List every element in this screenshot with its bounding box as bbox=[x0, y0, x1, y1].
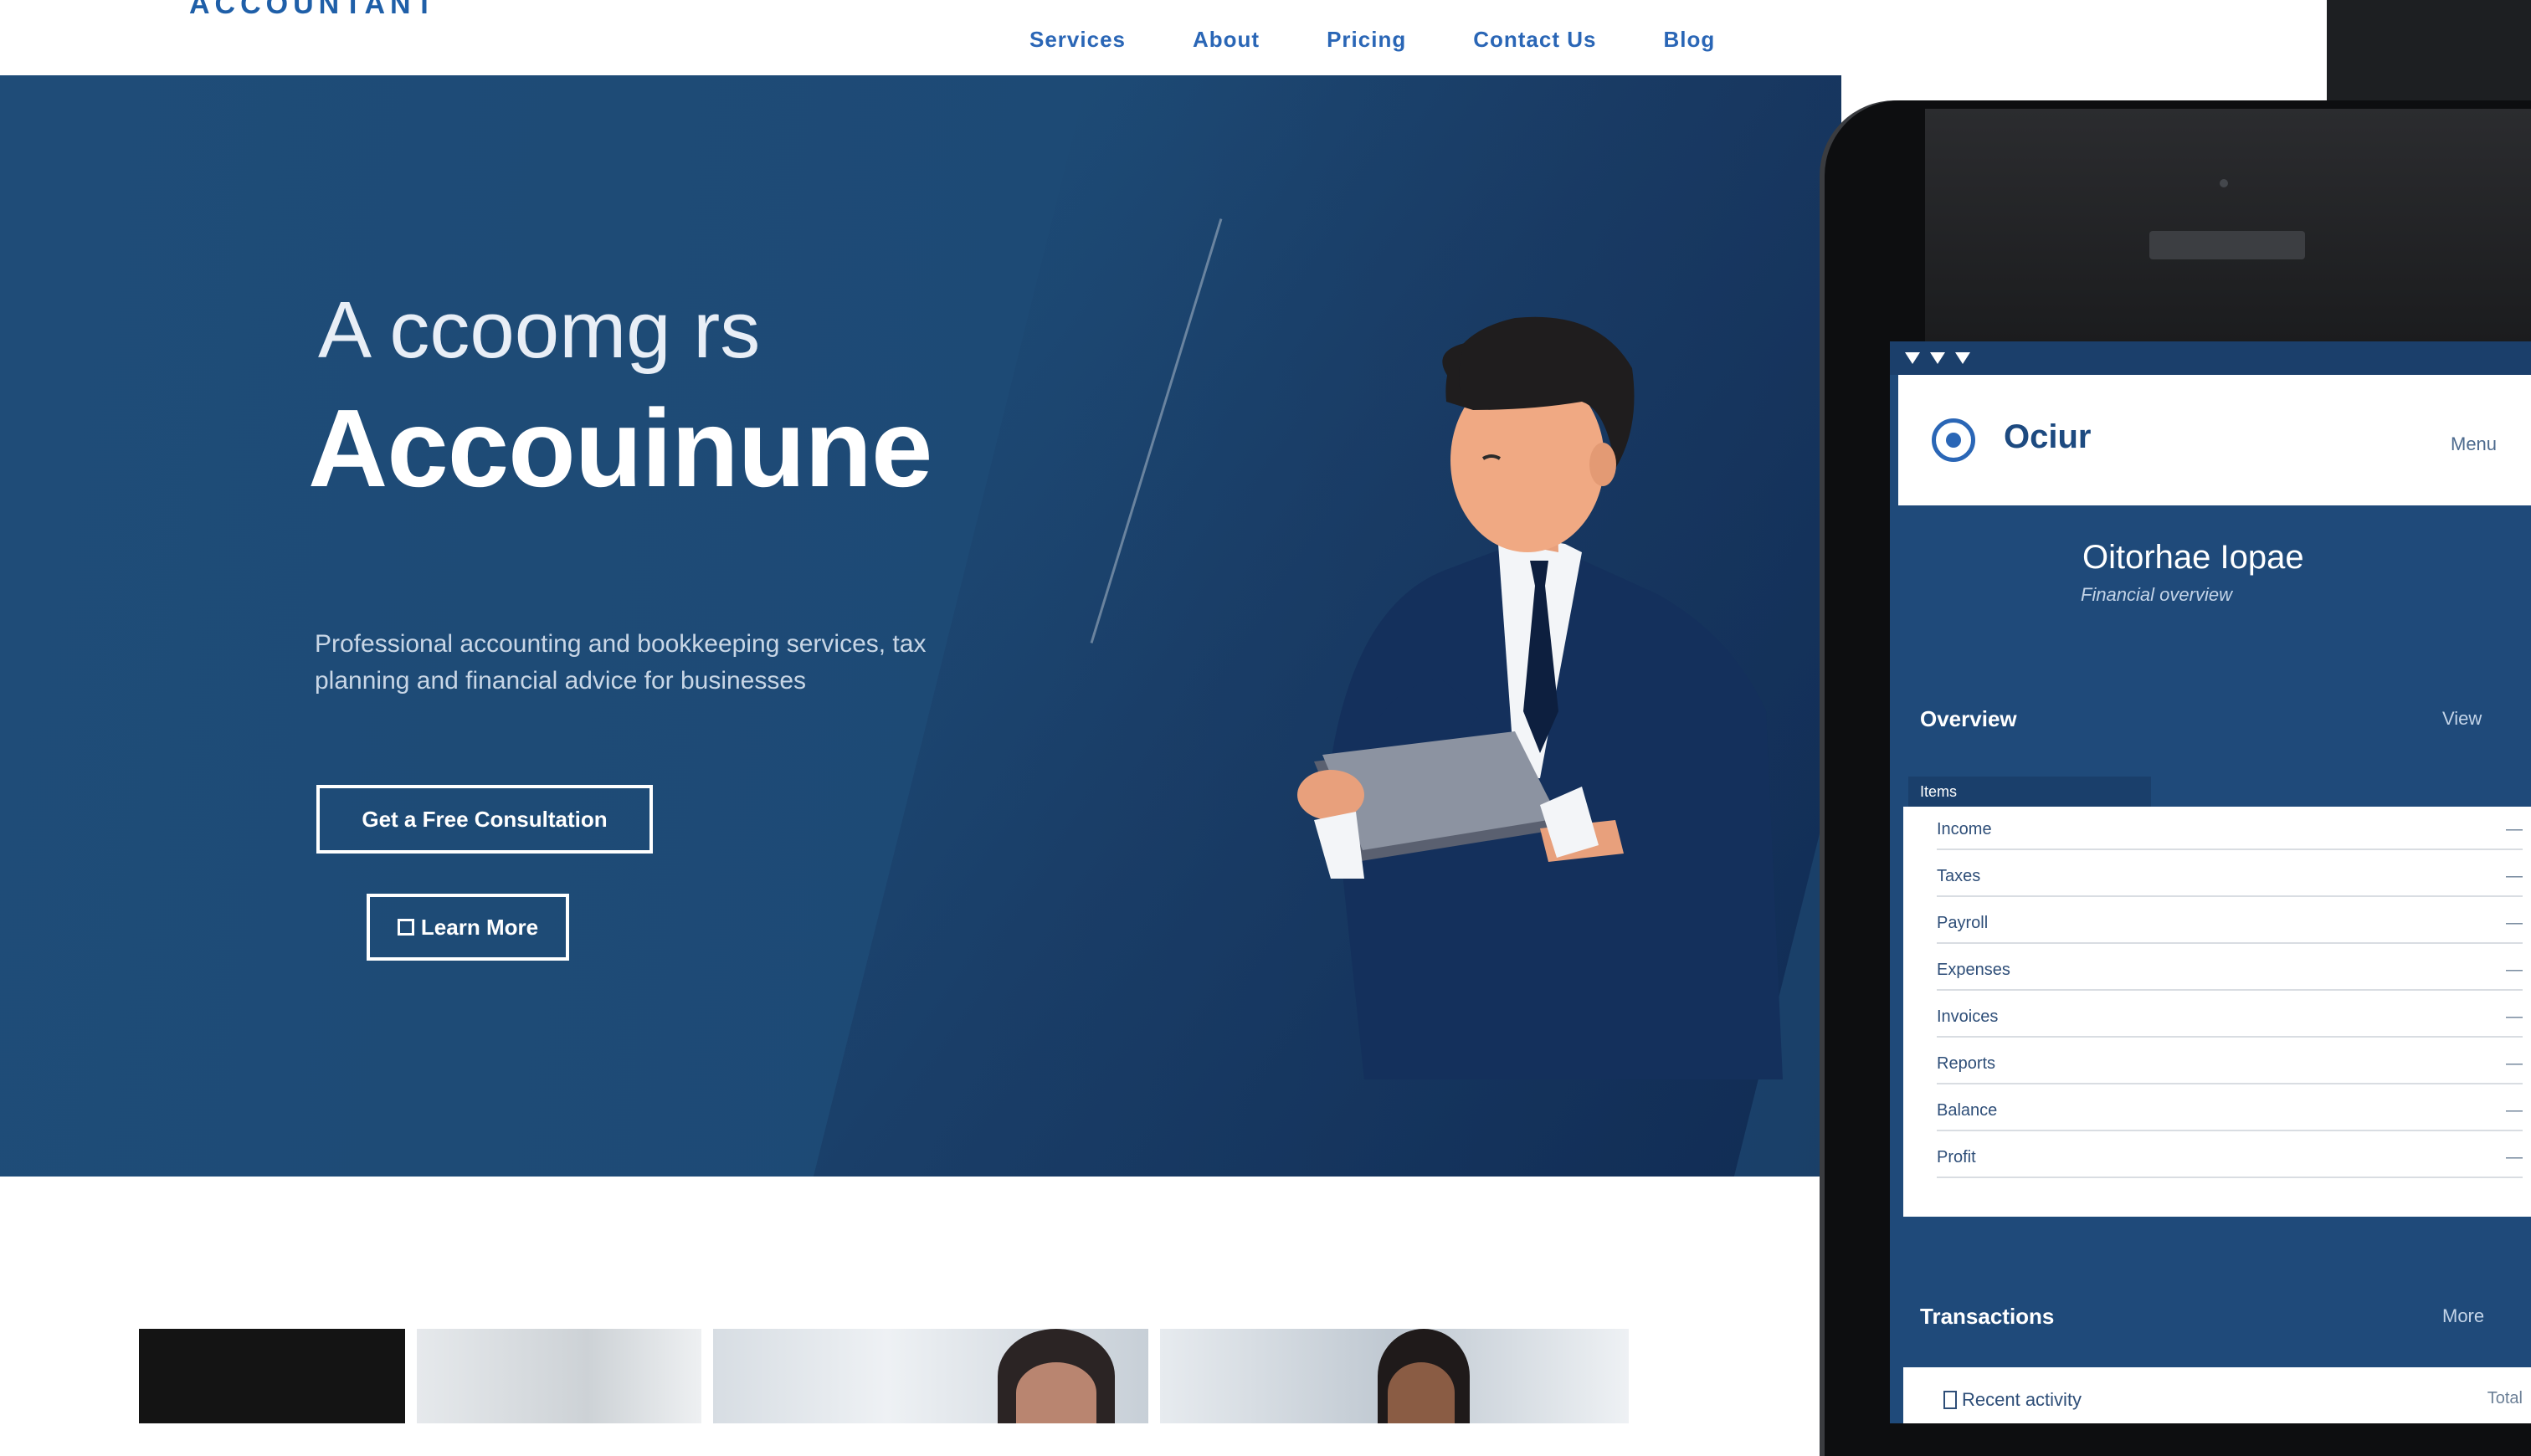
tab-items[interactable]: Items bbox=[1908, 777, 2151, 807]
table-row[interactable]: Reports — bbox=[1937, 1054, 2523, 1084]
hero-title: Accouinune bbox=[308, 387, 932, 510]
section-transactions-link[interactable]: More bbox=[2442, 1305, 2484, 1327]
primary-cta-button[interactable]: Get a Free Consultation bbox=[316, 785, 653, 854]
app-page-title: Oitorhae Iopae bbox=[2082, 539, 2304, 576]
app-menu-link[interactable]: Menu bbox=[2451, 433, 2497, 455]
speaker-grille bbox=[2149, 231, 2305, 259]
team-photo-strip bbox=[139, 1329, 1838, 1423]
app-name[interactable]: Ociur bbox=[2004, 418, 2091, 456]
background-monitor bbox=[1925, 109, 2531, 343]
network-icon bbox=[1955, 352, 1970, 364]
transaction-label: Recent activity bbox=[1962, 1389, 2082, 1410]
app-logo-icon[interactable] bbox=[1932, 418, 1975, 462]
main-nav: Services About Pricing Contact Us Blog bbox=[1029, 27, 1715, 53]
background-device-corner bbox=[2327, 0, 2531, 100]
top-navigation-bar: ACCOUNTANT Services About Pricing Contac… bbox=[0, 0, 2327, 75]
phone-screen: Ociur Menu Oitorhae Iopae Financial over… bbox=[1890, 341, 2531, 1423]
table-row[interactable]: Expenses — bbox=[1937, 961, 2523, 991]
nav-link-about[interactable]: About bbox=[1193, 27, 1260, 53]
section-transactions-label: Transactions bbox=[1920, 1304, 2055, 1329]
signal-icon bbox=[1905, 352, 1920, 364]
section-overview-link[interactable]: View bbox=[2442, 708, 2482, 730]
wifi-icon bbox=[1930, 352, 1945, 364]
app-header: Ociur Menu bbox=[1898, 375, 2531, 505]
phone-status-bar bbox=[1890, 341, 2531, 375]
table-row[interactable]: Payroll — bbox=[1937, 914, 2523, 944]
camera-icon bbox=[2220, 179, 2228, 187]
photo-team-member-2 bbox=[1160, 1329, 1629, 1423]
brand-logo[interactable]: ACCOUNTANT bbox=[189, 0, 438, 21]
table-row[interactable]: Balance — bbox=[1937, 1101, 2523, 1131]
nav-link-blog[interactable]: Blog bbox=[1663, 27, 1715, 53]
hero-section: A ccoomg rs Accouinune Professional acco… bbox=[0, 75, 1841, 1177]
photo-office-dark bbox=[139, 1329, 405, 1423]
table-row[interactable]: Invoices — bbox=[1937, 1007, 2523, 1038]
hero-description: Professional accounting and bookkeeping … bbox=[315, 630, 927, 695]
square-icon bbox=[397, 919, 414, 936]
table-row[interactable]: Income — bbox=[1937, 820, 2523, 850]
table-row[interactable]: Taxes — bbox=[1937, 867, 2523, 897]
hero-tagline: A ccoomg rs bbox=[318, 285, 761, 375]
businessman-illustration bbox=[1297, 316, 1783, 1079]
photo-team-member-1 bbox=[713, 1329, 1148, 1423]
person-face bbox=[1016, 1362, 1096, 1423]
nav-link-services[interactable]: Services bbox=[1029, 27, 1126, 53]
nav-link-contact[interactable]: Contact Us bbox=[1473, 27, 1596, 53]
table-row[interactable]: Profit — bbox=[1937, 1148, 2523, 1178]
app-page-subtitle: Financial overview bbox=[2081, 584, 2232, 605]
document-icon bbox=[1943, 1391, 1957, 1409]
secondary-cta-button[interactable]: Learn More bbox=[367, 894, 569, 961]
photo-office-shelves bbox=[417, 1329, 701, 1423]
secondary-cta-label: Learn More bbox=[420, 914, 539, 940]
transaction-list-item[interactable]: Recent activity Total bbox=[1903, 1367, 2531, 1423]
data-table-card: Income — Taxes — Payroll — Expenses — Invoic… bbox=[1903, 807, 2531, 1217]
section-overview-label: Overview bbox=[1920, 706, 2017, 731]
nav-link-pricing[interactable]: Pricing bbox=[1327, 27, 1406, 53]
person-face bbox=[1388, 1362, 1455, 1423]
transaction-value: Total bbox=[2487, 1389, 2523, 1407]
